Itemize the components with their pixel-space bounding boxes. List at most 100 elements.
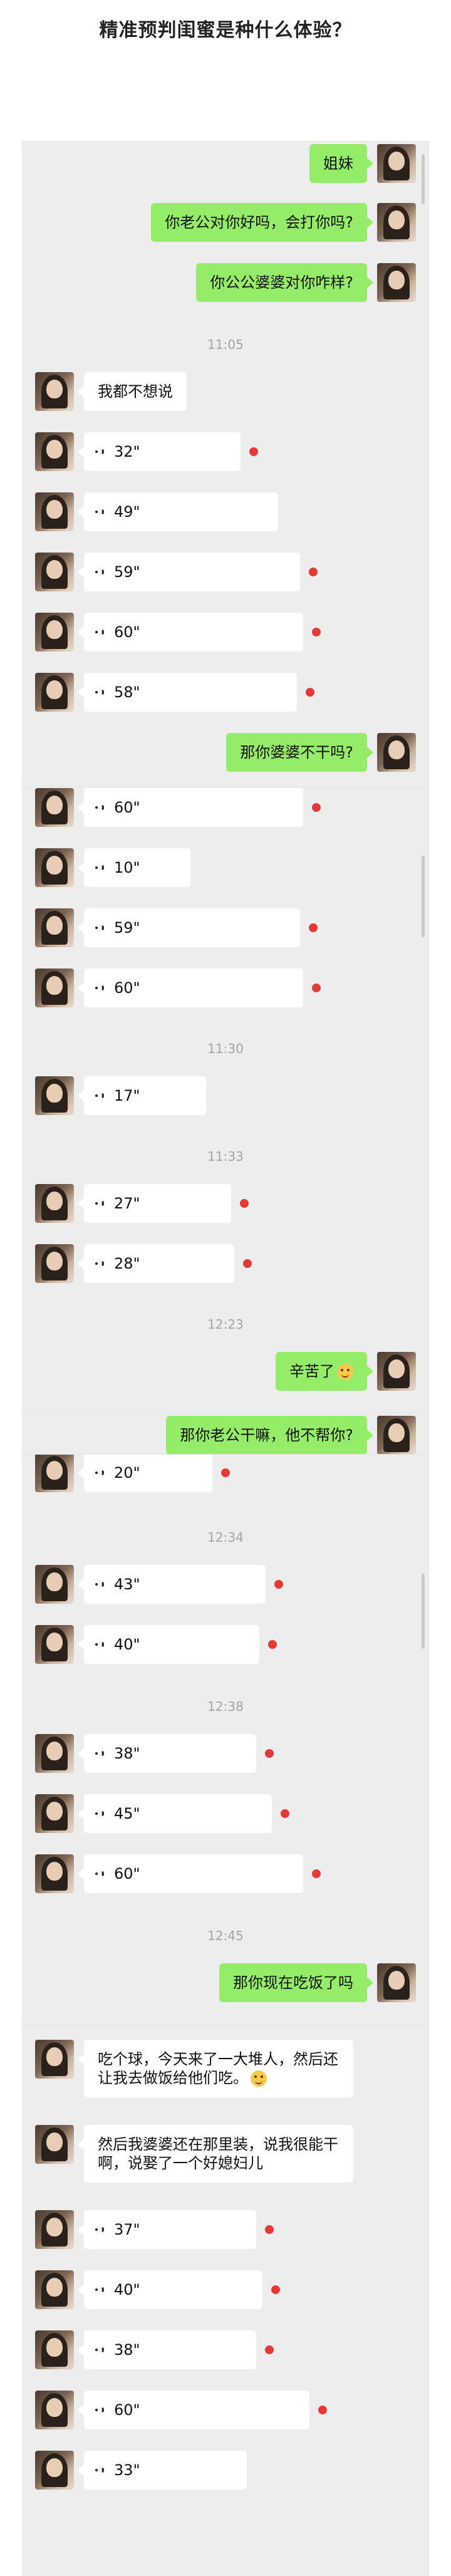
- avatar-face: [46, 2278, 63, 2297]
- voice-message[interactable]: 60": [78, 1854, 303, 1893]
- message-row: 那你婆婆不干吗?: [23, 730, 428, 774]
- voice-message[interactable]: 38": [78, 1734, 256, 1773]
- message-text: 吃个球，今天来了一大堆人，然后还让我去做饭给他们吃。: [98, 2050, 338, 2087]
- message-row: 59": [23, 550, 428, 594]
- avatar-face: [46, 620, 63, 639]
- unread-dot: [221, 1468, 230, 1477]
- self-avatar[interactable]: [377, 203, 416, 242]
- voice-message[interactable]: 43": [78, 1565, 266, 1604]
- self-avatar[interactable]: [377, 1963, 416, 2002]
- friend-avatar[interactable]: [35, 908, 74, 947]
- friend-avatar[interactable]: [35, 969, 74, 1007]
- friend-avatar[interactable]: [35, 2210, 74, 2249]
- voice-message[interactable]: 38": [78, 2330, 256, 2369]
- text-message[interactable]: 你公公婆婆对你咋样?: [196, 263, 373, 302]
- chat-screenshot: 60" 10" 59" 60" 11:30 17" 11:33 27" 28" 12:23 辛苦了: [23, 787, 428, 1413]
- friend-avatar[interactable]: [35, 2270, 74, 2309]
- unread-dot: [309, 568, 318, 576]
- voice-content: 60": [95, 623, 289, 641]
- message-row: 姐妹: [23, 142, 428, 185]
- text-message[interactable]: 你老公对你好吗，会打你吗?: [151, 203, 373, 242]
- message-row: 20": [23, 1455, 428, 1495]
- self-avatar[interactable]: [377, 1416, 416, 1455]
- voice-message[interactable]: 32": [78, 432, 241, 471]
- friend-avatar[interactable]: [35, 1565, 74, 1604]
- voice-message[interactable]: 40": [78, 2270, 262, 2309]
- text-message[interactable]: 然后我婆婆还在那里装，说我很能干啊，说娶了一个好媳妇儿: [78, 2125, 353, 2183]
- friend-avatar[interactable]: [35, 2391, 74, 2429]
- unread-dot: [312, 984, 321, 992]
- avatar-face: [46, 380, 63, 398]
- friend-avatar[interactable]: [35, 788, 74, 827]
- friend-avatar[interactable]: [35, 492, 74, 531]
- friend-avatar[interactable]: [35, 673, 74, 712]
- avatar-face: [388, 1359, 405, 1378]
- voice-wave-icon: [95, 1197, 106, 1210]
- text-message[interactable]: 吃个球，今天来了一大堆人，然后还让我去做饭给他们吃。: [78, 2040, 353, 2097]
- friend-avatar[interactable]: [35, 1794, 74, 1833]
- avatar-face: [46, 2218, 63, 2236]
- friend-avatar[interactable]: [35, 1244, 74, 1283]
- voice-message[interactable]: 27": [78, 1184, 231, 1223]
- friend-avatar[interactable]: [35, 432, 74, 471]
- voice-content: 20": [95, 1463, 199, 1482]
- avatar-face: [46, 1572, 63, 1591]
- unread-dot: [281, 1809, 289, 1818]
- voice-message[interactable]: 60": [78, 613, 303, 652]
- text-message[interactable]: 辛苦了: [276, 1352, 373, 1391]
- voice-message[interactable]: 40": [78, 1625, 259, 1664]
- friend-avatar[interactable]: [35, 553, 74, 591]
- voice-message[interactable]: 10": [78, 848, 190, 887]
- chat-timestamp: 12:38: [207, 1699, 244, 1714]
- voice-message[interactable]: 17": [78, 1076, 206, 1115]
- voice-duration: 27": [114, 1195, 140, 1212]
- voice-message[interactable]: 60": [78, 969, 303, 1007]
- friend-avatar[interactable]: [35, 1076, 74, 1115]
- friend-avatar[interactable]: [35, 372, 74, 411]
- friend-avatar[interactable]: [35, 848, 74, 887]
- message-text: 姐妹: [323, 155, 353, 172]
- chat-screenshot: 那你老公干嘛，他不帮你?: [23, 1413, 428, 1455]
- friend-avatar[interactable]: [35, 1455, 74, 1492]
- text-message[interactable]: 那你现在吃饭了吗: [219, 1963, 373, 2002]
- chat-timestamp: 11:30: [207, 1041, 244, 1056]
- voice-content: 38": [95, 1744, 242, 1763]
- friend-avatar[interactable]: [35, 1184, 74, 1223]
- voice-content: 17": [95, 1086, 192, 1105]
- friend-avatar[interactable]: [35, 613, 74, 652]
- voice-message[interactable]: 59": [78, 908, 300, 947]
- voice-message[interactable]: 59": [78, 553, 300, 591]
- self-avatar[interactable]: [377, 263, 416, 302]
- friend-avatar[interactable]: [35, 2125, 74, 2164]
- voice-message[interactable]: 37": [78, 2210, 256, 2249]
- voice-content: 33": [95, 2461, 233, 2480]
- friend-avatar[interactable]: [35, 1734, 74, 1773]
- voice-message[interactable]: 49": [78, 492, 278, 531]
- message-text: 那你婆婆不干吗?: [240, 744, 353, 761]
- self-avatar[interactable]: [377, 1352, 416, 1391]
- voice-message[interactable]: 60": [78, 788, 303, 827]
- voice-message[interactable]: 60": [78, 2391, 309, 2429]
- text-message[interactable]: 姐妹: [309, 144, 373, 183]
- self-avatar[interactable]: [377, 733, 416, 772]
- text-message[interactable]: 我都不想说: [78, 372, 187, 411]
- voice-wave-icon: [95, 1466, 106, 1480]
- self-avatar[interactable]: [377, 144, 416, 183]
- voice-message[interactable]: 28": [78, 1244, 234, 1283]
- friend-avatar[interactable]: [35, 2451, 74, 2490]
- voice-message[interactable]: 33": [78, 2451, 247, 2490]
- voice-message[interactable]: 45": [78, 1794, 272, 1833]
- message-row: 吃个球，今天来了一大堆人，然后还让我去做饭给他们吃。: [23, 2037, 428, 2112]
- message-row: 60": [23, 2388, 428, 2432]
- text-message[interactable]: 那你婆婆不干吗?: [226, 733, 373, 772]
- friend-avatar[interactable]: [35, 1854, 74, 1893]
- voice-message[interactable]: 58": [78, 673, 297, 712]
- friend-avatar[interactable]: [35, 2040, 74, 2079]
- friend-avatar[interactable]: [35, 1625, 74, 1664]
- text-message[interactable]: 那你老公干嘛，他不帮你?: [166, 1416, 373, 1455]
- message-row: 28": [23, 1242, 428, 1285]
- unread-dot: [265, 2345, 274, 2354]
- message-row: 10": [23, 846, 428, 890]
- friend-avatar[interactable]: [35, 2330, 74, 2369]
- voice-message[interactable]: 20": [78, 1455, 212, 1492]
